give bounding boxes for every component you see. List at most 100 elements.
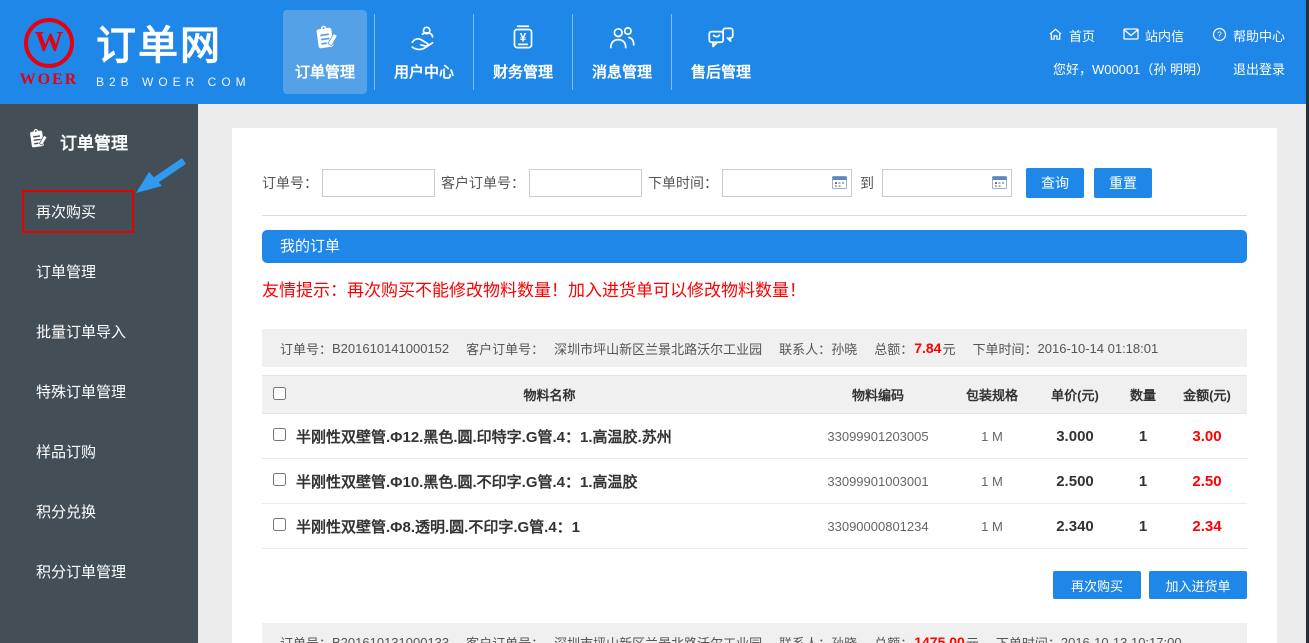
nav-item-aftersales-management[interactable]: 售后管理 [679,10,763,94]
col-header-qty: 数量 [1119,376,1167,414]
clipboard-icon [24,126,50,157]
customer-order-no-label: 客户订单号： [466,339,544,358]
calendar-icon[interactable] [832,175,847,189]
quantity: 1 [1119,504,1167,549]
nav-item-order-management[interactable]: 订单管理 [283,10,367,94]
packaging-spec: 1 M [953,414,1031,459]
nav-item-message-management[interactable]: 消息管理 [580,10,664,94]
logo-circle-icon: W [24,18,74,68]
nav-label: 售后管理 [691,61,751,82]
row-checkbox[interactable] [273,428,286,441]
order-summary-bar: 订单号：B201610131000133 客户订单号： 深圳市坪山新区兰景北路沃… [262,623,1247,643]
sidebar-item-buy-again[interactable]: 再次购买 [0,181,198,241]
material-name: 半刚性双壁管.Φ10.黑色.圆.不印字.G管.4：1.高温胶 [296,459,803,504]
query-button[interactable]: 查询 [1026,168,1084,198]
quick-links: 首页 站内信 ? 帮助中心 [1048,26,1285,45]
sidebar-item-points-exchange[interactable]: 积分兑换 [0,481,198,541]
sidebar-item-order-management[interactable]: 订单管理 [0,241,198,301]
nav-divider [374,14,375,90]
nav-divider [473,14,474,90]
date-from-wrap [722,169,852,197]
order-time-value: 2016-10-14 01:18:01 [1038,341,1159,356]
reset-button[interactable]: 重置 [1094,168,1152,198]
nav-item-user-center[interactable]: 用户中心 [382,10,466,94]
user-row: 您好，W00001（孙 明明） 退出登录 [1053,59,1285,78]
col-header-amount: 金额(元) [1167,376,1247,414]
logo[interactable]: W WOER 订单网 B2B WOER COM [0,16,276,89]
sidebar-header: 订单管理 [0,104,198,157]
contact-label: 联系人： [779,339,831,358]
sidebar-item-batch-order-import[interactable]: 批量订单导入 [0,301,198,361]
col-header-price: 单价(元) [1031,376,1119,414]
buy-again-button[interactable]: 再次购买 [1053,571,1141,599]
quantity: 1 [1119,459,1167,504]
customer-order-no-input[interactable] [529,169,642,197]
svg-text:?: ? [1217,29,1222,39]
sidebar-item-sample-order[interactable]: 样品订购 [0,421,198,481]
sidebar-item-label: 再次购买 [36,204,96,221]
sidebar-item-label: 积分订单管理 [36,561,126,582]
sidebar: 订单管理 再次购买 订单管理 批量订单导入 特殊订单管理 样品订购 积分兑换 积… [0,104,198,643]
sidebar-item-label: 样品订购 [36,441,96,462]
table-row: 半刚性双壁管.Φ10.黑色.圆.不印字.G管.4：1.高温胶 330999010… [262,459,1247,504]
help-center-link[interactable]: ? 帮助中心 [1212,26,1285,45]
nav-label: 财务管理 [493,61,553,82]
site-subtitle: B2B WOER COM [96,75,251,89]
order-time-label: 下单时间： [972,339,1037,358]
site-title: 订单网 [96,24,251,68]
sidebar-title: 订单管理 [60,129,128,154]
row-checkbox[interactable] [273,518,286,531]
sidebar-item-label: 特殊订单管理 [36,381,126,402]
material-code: 33099901203005 [803,414,953,459]
currency-label: 元 [966,633,979,643]
customer-address: 深圳市坪山新区兰景北路沃尔工业园 [554,339,762,358]
packaging-spec: 1 M [953,504,1031,549]
nav-label: 用户中心 [394,61,454,82]
content-panel: 订单号： 客户订单号： 下单时间： 到 查询 重置 我的订单 友情提示：再次购买… [232,128,1277,643]
customer-address: 深圳市坪山新区兰景北路沃尔工业园 [554,633,762,643]
order-items-table: 物料名称 物料编码 包装规格 单价(元) 数量 金额(元) 半刚性双壁管.Φ12… [262,375,1247,549]
order-time-label: 下单时间： [648,173,718,193]
material-code: 33099901003001 [803,459,953,504]
calendar-icon[interactable] [992,175,1007,189]
site-title-block: 订单网 B2B WOER COM [96,16,251,89]
sidebar-item-points-order-management[interactable]: 积分订单管理 [0,541,198,601]
material-name: 半刚性双壁管.Φ12.黑色.圆.印特字.G管.4：1.高温胶.苏州 [296,414,803,459]
nav-divider [671,14,672,90]
nav-divider [572,14,573,90]
unit-price: 2.500 [1031,459,1119,504]
logo-monogram: W [35,28,64,57]
date-to-label: 到 [860,173,874,193]
order-time-value: 2016-10-13 10:17:00 [1061,635,1182,643]
packaging-spec: 1 M [953,459,1031,504]
total-label: 总额： [874,633,913,643]
table-header-row: 物料名称 物料编码 包装规格 单价(元) 数量 金额(元) [262,376,1247,414]
contact-value: 孙晓 [831,633,857,643]
order-no-input[interactable] [322,169,435,197]
add-to-purchase-list-button[interactable]: 加入进货单 [1149,571,1247,599]
unit-price: 3.000 [1031,414,1119,459]
order-no-label: 订单号： [262,173,318,193]
svg-text:¥: ¥ [520,32,527,45]
site-mail-link-label: 站内信 [1145,26,1184,45]
mail-icon [1123,27,1139,44]
home-icon [1048,27,1063,45]
home-link[interactable]: 首页 [1048,26,1095,45]
sidebar-item-special-order-management[interactable]: 特殊订单管理 [0,361,198,421]
logo-brand: WOER [20,71,79,89]
material-name: 半刚性双壁管.Φ8.透明.圆.不印字.G管.4：1 [296,504,803,549]
select-all-checkbox[interactable] [273,387,286,400]
logo-badge: W WOER [18,16,80,89]
logout-link[interactable]: 退出登录 [1233,59,1285,78]
highlight-box: 再次购买 [22,190,134,233]
order-summary-bar: 订单号：B201610141000152 客户订单号： 深圳市坪山新区兰景北路沃… [262,329,1247,367]
amount: 2.34 [1167,504,1247,549]
row-checkbox[interactable] [273,473,286,486]
user-center-icon [408,22,440,54]
order-no-value: B201610141000152 [332,341,449,356]
site-mail-link[interactable]: 站内信 [1123,26,1184,45]
warning-text: 友情提示：再次购买不能修改物料数量！加入进货单可以修改物料数量！ [262,276,1247,301]
page: W WOER 订单网 B2B WOER COM 订单管理 用户中心 [0,0,1309,643]
currency-label: 元 [942,339,955,358]
nav-item-finance-management[interactable]: ¥ 财务管理 [481,10,565,94]
